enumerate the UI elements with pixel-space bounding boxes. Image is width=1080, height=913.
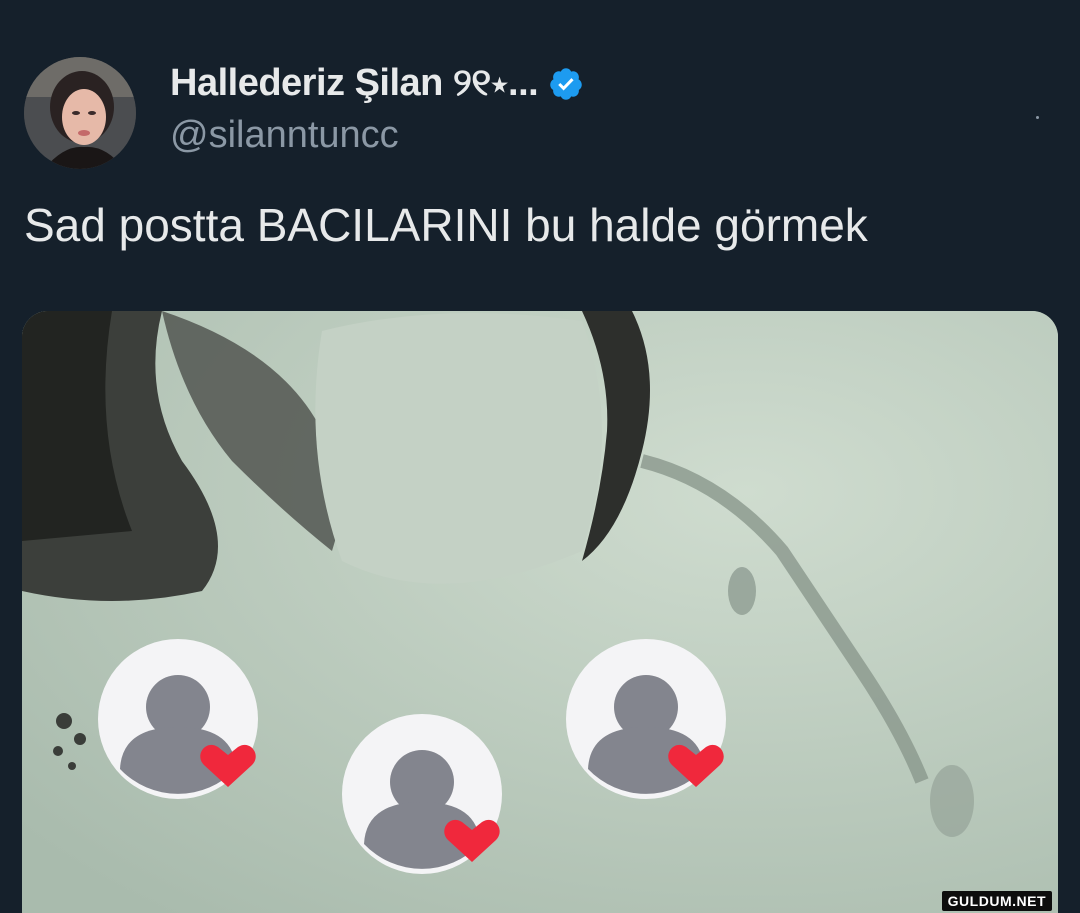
author-avatar[interactable] (24, 57, 136, 169)
profile-placeholder-heart-icon (566, 639, 726, 799)
display-name-text: Hallederiz Şilan ୨୧⋆... (170, 62, 539, 104)
watermark: GULDUM.NET (941, 891, 1052, 911)
author-display-name[interactable]: Hallederiz Şilan ୨୧⋆... (170, 62, 584, 105)
avatar-photo (24, 57, 136, 169)
tweet-text: Sad postta BACILARINI bu halde görmek (24, 199, 868, 251)
author-handle[interactable]: @silanntuncc (170, 114, 399, 157)
tweet-media[interactable]: GULDUM.NET (22, 311, 1058, 913)
verified-badge-icon (550, 67, 582, 100)
profile-placeholder-heart-icon (342, 714, 502, 874)
more-options-icon[interactable] (1036, 116, 1039, 119)
media-image (22, 311, 1058, 913)
profile-placeholder-heart-icon (98, 639, 258, 799)
